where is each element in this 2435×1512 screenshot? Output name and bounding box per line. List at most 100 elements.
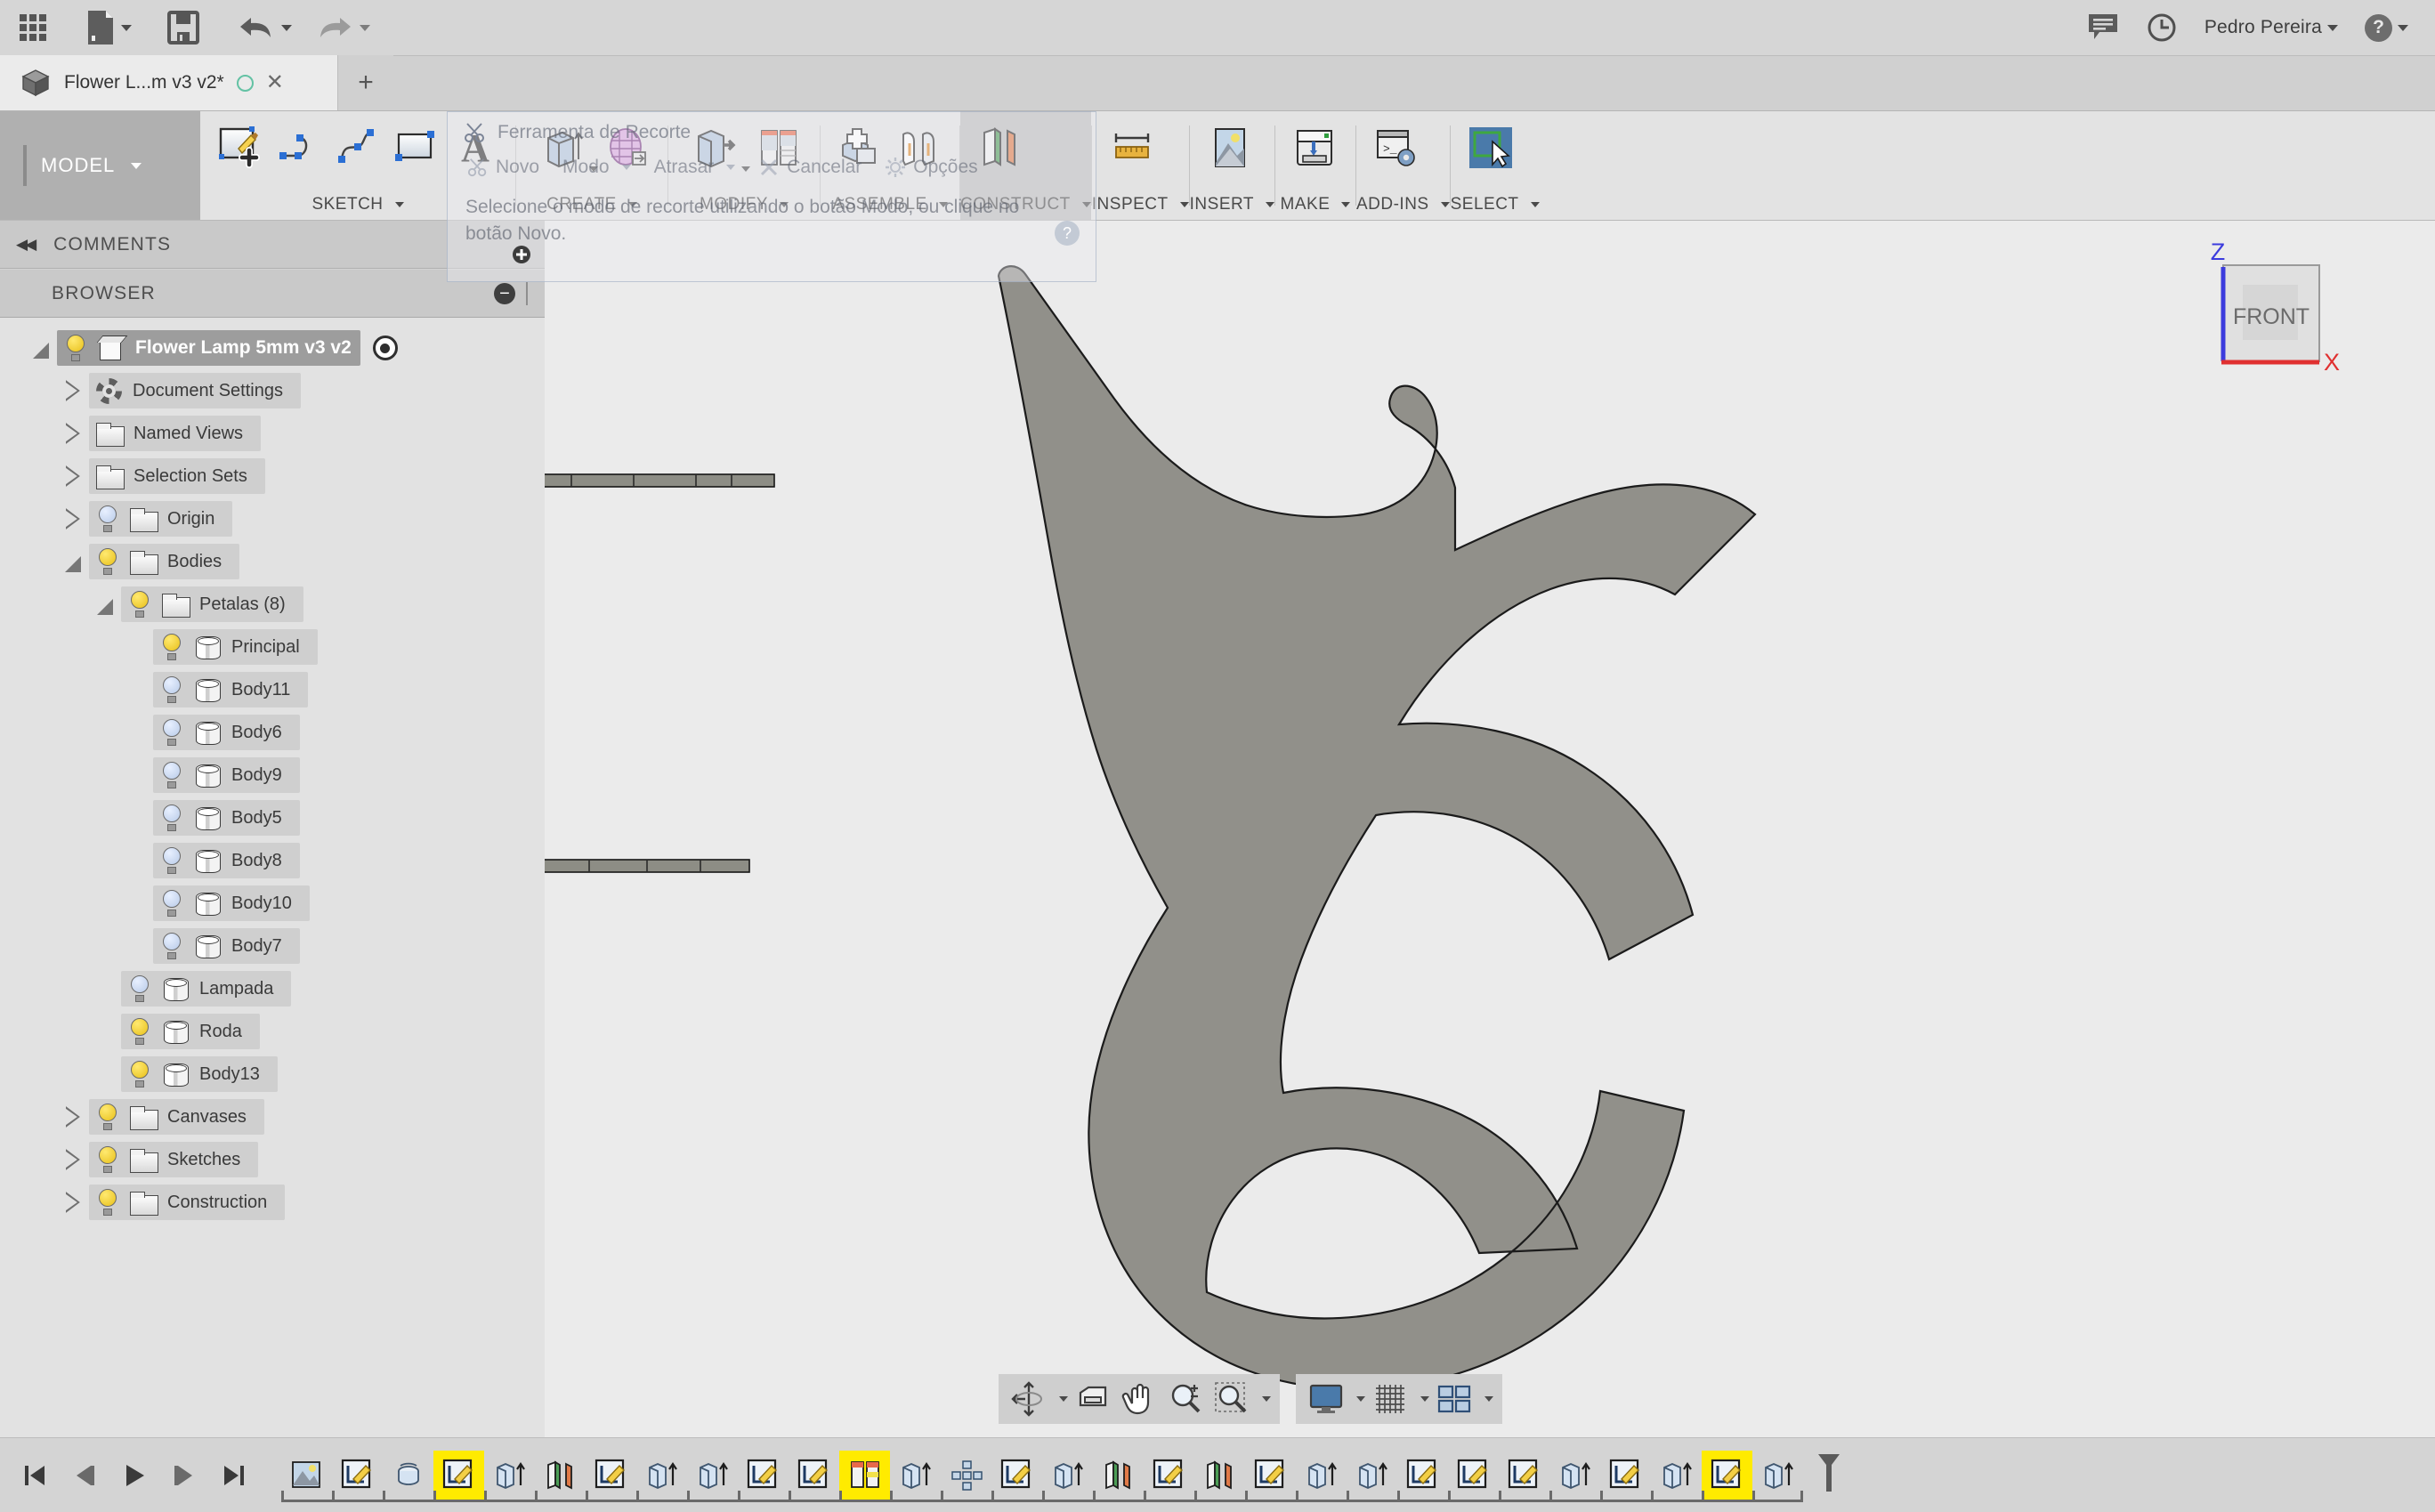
- new-component-icon[interactable]: [833, 118, 888, 177]
- tree-row[interactable]: Sketches: [89, 1142, 259, 1177]
- press-pull-icon[interactable]: [681, 118, 750, 177]
- tree-row[interactable]: Lampada: [121, 971, 292, 1007]
- chevron-down-icon[interactable]: [627, 202, 637, 207]
- chevron-down-icon[interactable]: [1484, 1396, 1493, 1402]
- chevron-down-icon[interactable]: [1440, 202, 1450, 207]
- panel-grip[interactable]: [526, 281, 529, 305]
- tree-node-root[interactable]: Flower Lamp 5mm v3 v2: [0, 327, 545, 369]
- tree-row[interactable]: Petalas (8): [121, 586, 303, 622]
- node8-visibility-bulb-icon[interactable]: [160, 719, 183, 746]
- chevron-down-icon[interactable]: [121, 24, 132, 31]
- collapse-all-icon[interactable]: −: [494, 282, 515, 304]
- app-grid-icon[interactable]: [0, 0, 46, 56]
- expand-arrow[interactable]: [57, 423, 89, 444]
- tree-row[interactable]: Document Settings: [89, 373, 301, 408]
- chevron-down-icon[interactable]: [1530, 202, 1540, 207]
- tree-node[interactable]: Body6: [0, 711, 545, 754]
- chevron-down-icon[interactable]: [1059, 1396, 1068, 1402]
- chevron-down-icon[interactable]: [1262, 1396, 1271, 1402]
- chevron-down-icon[interactable]: [394, 202, 404, 207]
- node15-visibility-bulb-icon[interactable]: [128, 1018, 151, 1045]
- node5-visibility-bulb-icon[interactable]: [128, 591, 151, 618]
- construct-plane-icon[interactable]: [973, 118, 1028, 177]
- node19-visibility-bulb-icon[interactable]: [96, 1189, 119, 1216]
- tree-node[interactable]: Canvases: [0, 1096, 545, 1138]
- node7-visibility-bulb-icon[interactable]: [160, 676, 183, 703]
- sketch-line-icon[interactable]: [271, 118, 327, 177]
- node14-visibility-bulb-icon[interactable]: [128, 975, 151, 1002]
- zoom-window-icon[interactable]: [1210, 1378, 1253, 1420]
- tree-node[interactable]: Principal: [0, 626, 545, 668]
- tree-row[interactable]: Canvases: [89, 1099, 264, 1135]
- tree-row[interactable]: Construction: [89, 1185, 286, 1220]
- new-document-icon[interactable]: [85, 0, 132, 56]
- tree-row[interactable]: Body9: [153, 757, 300, 793]
- collapse-arrow[interactable]: [57, 554, 89, 572]
- go-to-beginning-icon[interactable]: [20, 1460, 50, 1491]
- orbit-icon[interactable]: [1007, 1378, 1050, 1420]
- ribbon-group-label[interactable]: ADD-INS: [1356, 195, 1450, 214]
- tree-node[interactable]: Body5: [0, 796, 545, 839]
- select-icon[interactable]: [1463, 118, 1518, 177]
- redo-icon[interactable]: [315, 0, 370, 56]
- tree-node[interactable]: Lampada: [0, 967, 545, 1010]
- chevron-down-icon[interactable]: [2398, 24, 2408, 31]
- measure-icon[interactable]: [1104, 118, 1160, 177]
- tree-node[interactable]: Document Settings: [0, 369, 545, 412]
- create-sketch-icon[interactable]: [213, 118, 268, 177]
- chevron-down-icon[interactable]: [281, 24, 292, 31]
- tree-node[interactable]: Origin: [0, 497, 545, 540]
- node6-visibility-bulb-icon[interactable]: [160, 634, 183, 660]
- expand-arrow[interactable]: [57, 1192, 89, 1213]
- viewports-icon[interactable]: [1433, 1378, 1476, 1420]
- look-at-icon[interactable]: [1072, 1378, 1114, 1420]
- timeline-features[interactable]: [281, 1450, 1854, 1502]
- ribbon-group-label[interactable]: INSPECT: [1092, 195, 1189, 214]
- tree-row[interactable]: Body8: [153, 843, 300, 878]
- tree-node[interactable]: Roda: [0, 1010, 545, 1053]
- chevron-down-icon[interactable]: [779, 202, 789, 207]
- collapse-arrow[interactable]: [25, 340, 57, 359]
- chevron-down-icon[interactable]: [360, 24, 370, 31]
- sketch-text-icon[interactable]: A: [448, 118, 503, 177]
- ribbon-group-label[interactable]: SELECT: [1451, 195, 1540, 214]
- expand-arrow[interactable]: [57, 465, 89, 487]
- node12-visibility-bulb-icon[interactable]: [160, 890, 183, 917]
- document-tab[interactable]: Flower L...m v3 v2* ✕: [0, 55, 338, 110]
- tree-row[interactable]: Roda: [121, 1014, 260, 1049]
- tree-node[interactable]: Body13: [0, 1053, 545, 1096]
- browser-panel-header[interactable]: BROWSER −: [0, 270, 545, 318]
- history-clock-icon[interactable]: [2146, 0, 2178, 56]
- chevron-down-icon[interactable]: [1081, 202, 1091, 207]
- chevron-down-icon[interactable]: [741, 166, 750, 172]
- tree-row[interactable]: Flower Lamp 5mm v3 v2: [57, 330, 360, 366]
- viewport-canvas[interactable]: FRONT Z X: [444, 221, 2435, 1437]
- ribbon-group-label[interactable]: INSERT: [1190, 195, 1274, 214]
- save-icon[interactable]: [167, 0, 199, 56]
- pan-icon[interactable]: [1118, 1378, 1161, 1420]
- chevron-down-icon[interactable]: [1420, 1396, 1429, 1402]
- tree-node[interactable]: Body7: [0, 925, 545, 967]
- node11-visibility-bulb-icon[interactable]: [160, 847, 183, 874]
- chevron-down-icon[interactable]: [938, 202, 948, 207]
- expand-arrow[interactable]: [57, 508, 89, 530]
- workspace-switcher[interactable]: MODEL: [0, 111, 200, 220]
- ribbon-group-label[interactable]: MODIFY: [668, 195, 820, 214]
- undo-icon[interactable]: [237, 0, 292, 56]
- play-icon[interactable]: [119, 1460, 150, 1491]
- chevron-down-icon[interactable]: [589, 166, 598, 172]
- chevron-down-icon[interactable]: [2327, 24, 2338, 31]
- ribbon-group-label[interactable]: CONSTRUCT: [960, 195, 1091, 214]
- tree-row[interactable]: Body7: [153, 928, 300, 964]
- view-cube[interactable]: FRONT Z X: [2189, 239, 2350, 399]
- expand-arrow[interactable]: [57, 1106, 89, 1128]
- node4-visibility-bulb-icon[interactable]: [96, 548, 119, 575]
- form-create-icon[interactable]: [600, 118, 655, 177]
- collapse-icon[interactable]: ◀◀: [16, 236, 36, 254]
- step-forward-icon[interactable]: [169, 1460, 199, 1491]
- change-parameters-icon[interactable]: [752, 118, 807, 177]
- comments-panel-header[interactable]: ◀◀ COMMENTS: [0, 221, 545, 269]
- browser-tree[interactable]: Flower Lamp 5mm v3 v2 Document Settings Na…: [0, 318, 545, 1437]
- new-tab-button[interactable]: +: [338, 55, 393, 110]
- tree-row[interactable]: Body5: [153, 800, 300, 836]
